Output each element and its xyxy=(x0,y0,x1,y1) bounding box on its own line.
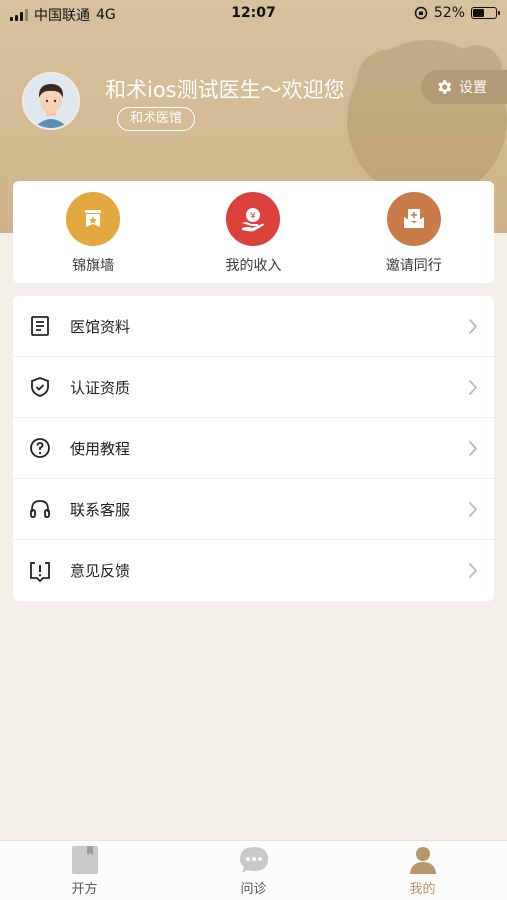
menu-item-label: 使用教程 xyxy=(70,439,131,458)
menu-item-feedback[interactable]: 意见反馈 xyxy=(13,540,494,601)
chevron-right-icon xyxy=(468,379,478,396)
menu-list: 医馆资料 认证资质 使用教程 联系客服 意见反馈 xyxy=(13,296,494,601)
feedback-icon xyxy=(27,558,53,584)
shield-check-icon xyxy=(27,374,53,400)
bookmark-icon xyxy=(71,846,98,874)
tab-label: 问诊 xyxy=(240,882,267,897)
status-bar: 中国联通 4G 12:07 52% xyxy=(0,0,507,28)
svg-text:¥: ¥ xyxy=(251,212,257,222)
chevron-right-icon xyxy=(468,562,478,579)
quick-actions-card: 锦旗墙 ¥ 我的收入 邀请同行 xyxy=(13,181,494,283)
chevron-right-icon xyxy=(468,501,478,518)
gear-icon xyxy=(438,80,452,94)
quick-action-income[interactable]: ¥ 我的收入 xyxy=(173,181,333,283)
tab-label: 我的 xyxy=(409,882,436,897)
settings-button[interactable]: 设置 xyxy=(421,70,507,104)
clinic-tag: 和术医馆 xyxy=(117,107,196,131)
chevron-right-icon xyxy=(468,440,478,457)
quick-action-label: 邀请同行 xyxy=(385,258,442,274)
settings-label: 设置 xyxy=(459,80,487,96)
menu-item-label: 联系客服 xyxy=(70,500,131,519)
menu-item-clinic-info[interactable]: 医馆资料 xyxy=(13,296,494,357)
tab-bar: 开方 问诊 我的 xyxy=(0,840,507,900)
chat-icon xyxy=(239,847,268,873)
headset-icon xyxy=(27,496,53,522)
doctor-avatar-icon xyxy=(24,74,78,128)
tab-consult[interactable]: 问诊 xyxy=(169,841,338,900)
orientation-lock-icon xyxy=(414,6,428,20)
menu-item-label: 认证资质 xyxy=(70,378,131,397)
greeting-text: 和术ios测试医生～欢迎您 xyxy=(105,78,345,102)
menu-item-tutorial[interactable]: 使用教程 xyxy=(13,418,494,479)
menu-item-label: 意见反馈 xyxy=(70,562,131,580)
menu-item-customer-service[interactable]: 联系客服 xyxy=(13,479,494,540)
user-icon xyxy=(409,847,436,874)
tab-label: 开方 xyxy=(71,882,98,897)
tab-prescribe[interactable]: 开方 xyxy=(0,841,169,900)
menu-item-certification[interactable]: 认证资质 xyxy=(13,357,494,418)
tab-mine[interactable]: 我的 xyxy=(338,841,507,900)
invite-icon xyxy=(386,192,441,246)
question-icon xyxy=(27,435,53,461)
quick-action-invite[interactable]: 邀请同行 xyxy=(334,181,494,283)
quick-action-label: 锦旗墙 xyxy=(72,258,115,274)
document-icon xyxy=(27,313,53,339)
menu-item-label: 医馆资料 xyxy=(70,317,131,336)
avatar[interactable] xyxy=(22,72,80,130)
income-icon: ¥ xyxy=(226,192,281,246)
quick-action-label: 我的收入 xyxy=(225,258,282,274)
chevron-right-icon xyxy=(468,318,478,335)
battery-icon xyxy=(471,7,500,19)
battery-percent: 52% xyxy=(433,5,465,21)
quick-action-banner-wall[interactable]: 锦旗墙 xyxy=(13,181,173,283)
banner-icon xyxy=(66,192,121,246)
